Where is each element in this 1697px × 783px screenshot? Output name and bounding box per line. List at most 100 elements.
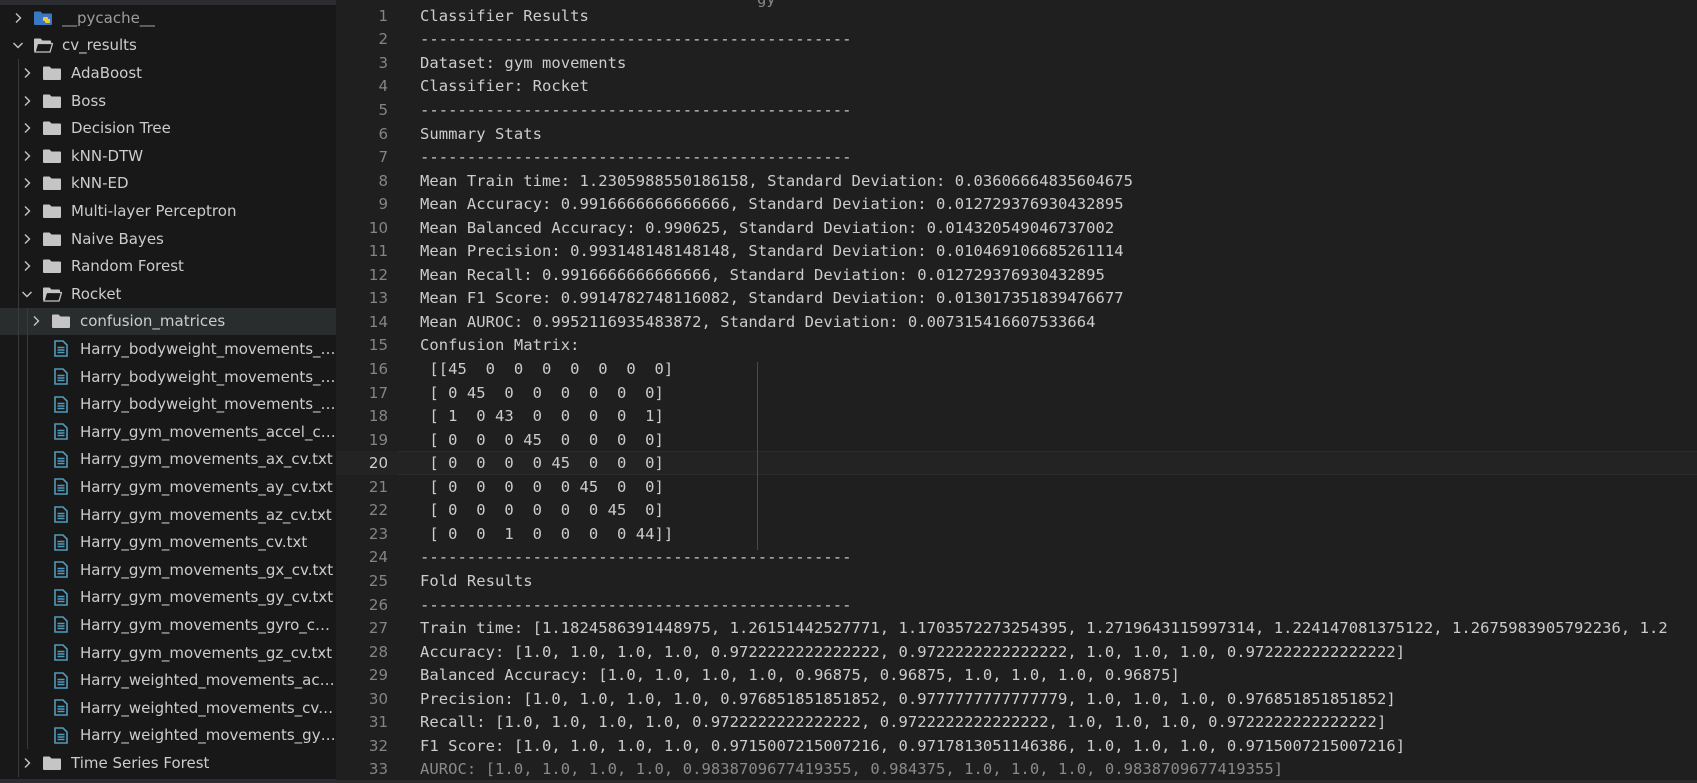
- file-item[interactable]: Harry_gym_movements_ay_cv.txt: [0, 473, 336, 501]
- code-line[interactable]: 14 Mean AUROC: 0.9952116935483872, Standa…: [336, 310, 1697, 334]
- text-file-icon: [51, 395, 71, 413]
- tree-item-label: Harry_gym_movements_az_cv.txt: [80, 505, 332, 524]
- file-item[interactable]: Harry_gym_movements_gyro_cv.txt: [0, 611, 336, 639]
- folder-item[interactable]: kNN-DTW: [0, 142, 336, 170]
- code-line[interactable]: 9 Mean Accuracy: 0.9916666666666666, Stan…: [336, 192, 1697, 216]
- line-text: Mean Precision: 0.993148148148148, Stand…: [420, 242, 1124, 261]
- code-line[interactable]: 23 [ 0 0 1 0 0 0 0 44]]: [336, 522, 1697, 546]
- line-text: Mean Train time: 1.2305988550186158, Sta…: [420, 171, 1134, 190]
- code-line[interactable]: 6 Summary Stats: [336, 122, 1697, 146]
- code-line[interactable]: 1 Classifier Results: [336, 4, 1697, 28]
- file-item[interactable]: Harry_gym_movements_ax_cv.txt: [0, 446, 336, 474]
- file-item[interactable]: Harry_bodyweight_movements_gyr...: [0, 390, 336, 418]
- line-number: 24: [368, 548, 388, 567]
- folder-item[interactable]: Random Forest: [0, 252, 336, 280]
- text-file-icon: [51, 533, 71, 551]
- tree-item-label: Naive Bayes: [71, 229, 164, 248]
- code-line[interactable]: 8 Mean Train time: 1.2305988550186158, St…: [336, 169, 1697, 193]
- code-line[interactable]: 32 F1 Score: [1.0, 1.0, 1.0, 1.0, 0.97150…: [336, 734, 1697, 758]
- file-item[interactable]: Harry_gym_movements_gx_cv.txt: [0, 556, 336, 584]
- line-number: 21: [368, 477, 388, 496]
- tree-indent-guide: [27, 307, 28, 750]
- folder-item[interactable]: Decision Tree: [0, 114, 336, 142]
- code-line[interactable]: 16 [[45 0 0 0 0 0 0 0]: [336, 357, 1697, 381]
- folder-item[interactable]: AdaBoost: [0, 59, 336, 87]
- file-item[interactable]: Harry_weighted_movements_cv.txt: [0, 694, 336, 722]
- folder-icon: [42, 257, 62, 275]
- chevron-right-icon[interactable]: [20, 149, 34, 163]
- folder-item[interactable]: Multi-layer Perceptron: [0, 197, 336, 225]
- code-line[interactable]: 4 Classifier: Rocket: [336, 75, 1697, 99]
- code-line[interactable]: 12 Mean Recall: 0.9916666666666666, Stand…: [336, 263, 1697, 287]
- code-line[interactable]: 15 Confusion Matrix:: [336, 334, 1697, 358]
- folder-icon: [42, 754, 62, 772]
- line-text: Recall: [1.0, 1.0, 1.0, 1.0, 0.972222222…: [420, 713, 1387, 732]
- code-line[interactable]: 33 AUROC: [1.0, 1.0, 1.0, 1.0, 0.98387096…: [336, 758, 1697, 782]
- code-line[interactable]: 18 [ 1 0 43 0 0 0 0 1]: [336, 404, 1697, 428]
- code-line[interactable]: 5 ---------------------------------------…: [336, 98, 1697, 122]
- code-line[interactable]: 29 Balanced Accuracy: [1.0, 1.0, 1.0, 1.0…: [336, 663, 1697, 687]
- code-line[interactable]: 30 Precision: [1.0, 1.0, 1.0, 1.0, 0.9768…: [336, 687, 1697, 711]
- file-item[interactable]: Harry_weighted_movements_gyro_...: [0, 722, 336, 750]
- folder-item[interactable]: Naive Bayes: [0, 225, 336, 253]
- chevron-right-icon[interactable]: [11, 11, 25, 25]
- file-item[interactable]: Harry_gym_movements_cv.txt: [0, 528, 336, 556]
- chevron-right-icon[interactable]: [20, 232, 34, 246]
- line-number: 32: [368, 736, 388, 755]
- chevron-right-icon[interactable]: [20, 66, 34, 80]
- chevron-down-icon[interactable]: [11, 38, 25, 52]
- code-line[interactable]: 31 Recall: [1.0, 1.0, 1.0, 1.0, 0.9722222…: [336, 711, 1697, 735]
- code-line[interactable]: 11 Mean Precision: 0.993148148148148, Sta…: [336, 240, 1697, 264]
- folder-item[interactable]: kNN-ED: [0, 170, 336, 198]
- code-line[interactable]: 26 --------------------------------------…: [336, 593, 1697, 617]
- text-file-icon: [51, 368, 71, 386]
- folder-item[interactable]: Rocket: [0, 280, 336, 308]
- file-item[interactable]: Harry_bodyweight_movements_acc...: [0, 335, 336, 363]
- file-item[interactable]: Harry_gym_movements_gz_cv.txt: [0, 639, 336, 667]
- code-line[interactable]: 28 Accuracy: [1.0, 1.0, 1.0, 1.0, 0.97222…: [336, 640, 1697, 664]
- code-line[interactable]: 17 [ 0 45 0 0 0 0 0 0]: [336, 381, 1697, 405]
- code-line[interactable]: 10 Mean Balanced Accuracy: 0.990625, Stan…: [336, 216, 1697, 240]
- file-item[interactable]: Harry_gym_movements_gy_cv.txt: [0, 584, 336, 612]
- text-file-icon: [51, 699, 71, 717]
- code-line[interactable]: 22 [ 0 0 0 0 0 0 45 0]: [336, 499, 1697, 523]
- line-number: 31: [368, 713, 388, 732]
- chevron-right-icon[interactable]: [20, 121, 34, 135]
- chevron-right-icon[interactable]: [20, 176, 34, 190]
- file-item[interactable]: Harry_gym_movements_az_cv.txt: [0, 501, 336, 529]
- folder-item[interactable]: cv_results: [0, 32, 336, 60]
- chevron-down-icon[interactable]: [20, 287, 34, 301]
- file-item[interactable]: Harry_weighted_movements_accel_...: [0, 666, 336, 694]
- folder-item[interactable]: Boss: [0, 87, 336, 115]
- folder-item[interactable]: Time Series Forest: [0, 749, 336, 777]
- code-line[interactable]: 3 Dataset: gym movements: [336, 51, 1697, 75]
- text-file-icon: [51, 671, 71, 689]
- chevron-right-icon[interactable]: [20, 204, 34, 218]
- chevron-right-icon[interactable]: [20, 756, 34, 770]
- code-line[interactable]: 25 Fold Results: [336, 569, 1697, 593]
- code-line[interactable]: 7 ---------------------------------------…: [336, 145, 1697, 169]
- code-line[interactable]: 21 [ 0 0 0 0 0 45 0 0]: [336, 475, 1697, 499]
- code-line[interactable]: 19 [ 0 0 0 45 0 0 0 0]: [336, 428, 1697, 452]
- line-text: [ 0 0 0 0 45 0 0 0]: [420, 454, 664, 473]
- chevron-right-icon[interactable]: [20, 94, 34, 108]
- line-text: ----------------------------------------…: [420, 148, 852, 167]
- code-editor[interactable]: gy 1Classifier Results2-----------------…: [336, 0, 1697, 783]
- line-number: 7: [378, 148, 388, 167]
- chevron-right-icon[interactable]: [20, 259, 34, 273]
- chevron-right-icon[interactable]: [29, 314, 43, 328]
- file-item[interactable]: Harry_bodyweight_movements_cv.txt: [0, 363, 336, 391]
- folder-item[interactable]: __pycache__: [0, 4, 336, 32]
- folder-icon: [42, 147, 62, 165]
- code-line[interactable]: 24 --------------------------------------…: [336, 546, 1697, 570]
- file-item[interactable]: Harry_gym_movements_accel_cv.txt: [0, 418, 336, 446]
- code-line[interactable]: 27 Train time: [1.1824586391448975, 1.261…: [336, 616, 1697, 640]
- code-line[interactable]: 2 ---------------------------------------…: [336, 28, 1697, 52]
- folder-item[interactable]: confusion_matrices: [0, 307, 336, 336]
- line-text: Confusion Matrix:: [420, 336, 580, 355]
- code-line[interactable]: 20 [ 0 0 0 0 45 0 0 0]: [336, 451, 1697, 475]
- code-line[interactable]: 13 Mean F1 Score: 0.9914782748116082, Sta…: [336, 287, 1697, 311]
